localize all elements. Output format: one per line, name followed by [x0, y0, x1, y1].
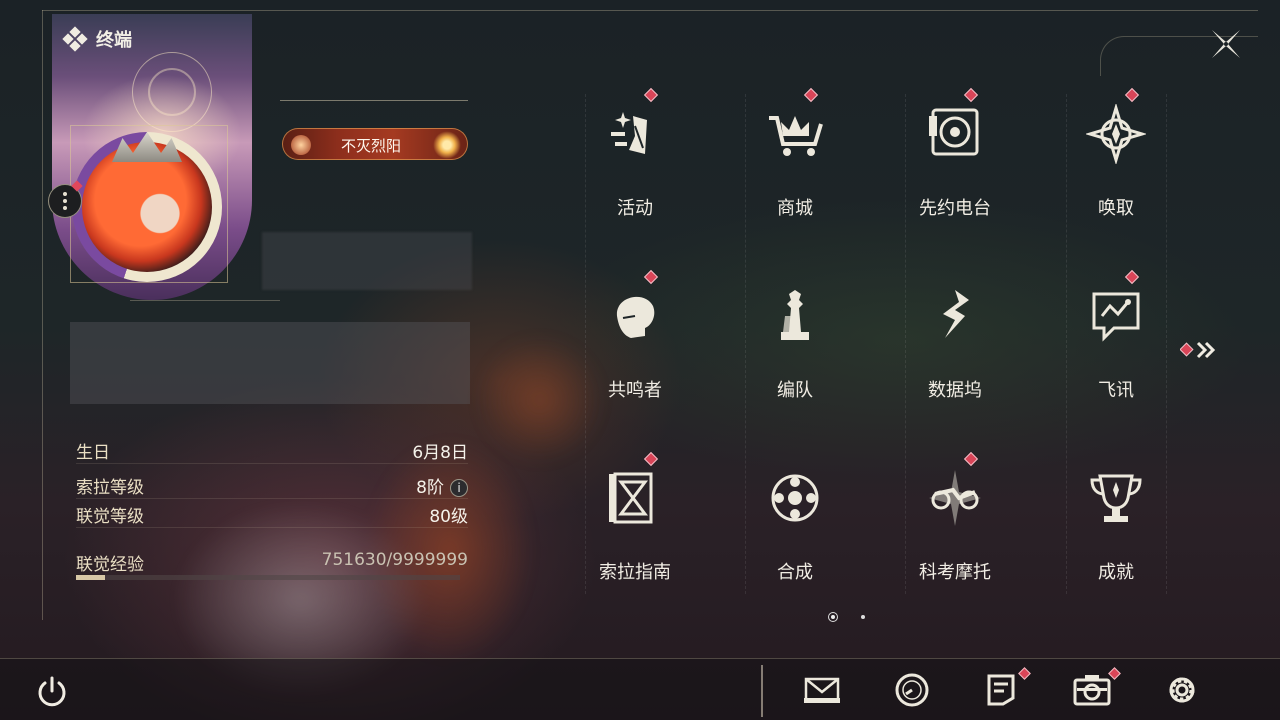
stat-label: 生日	[76, 443, 110, 463]
badge-spark-icon	[433, 131, 461, 159]
mail-button[interactable]	[803, 672, 841, 708]
menu-item-label: 活动	[617, 198, 653, 219]
notice-icon	[987, 674, 1015, 706]
page-indicator[interactable]	[861, 615, 865, 619]
notification-badge	[1124, 269, 1140, 285]
stat-birthday: 生日 6月8日	[76, 436, 468, 464]
menu-item-trophy[interactable]: 成就	[1041, 448, 1191, 608]
notification-badge	[643, 269, 659, 285]
resonator-icon	[616, 296, 655, 338]
more-dots-icon	[63, 192, 67, 210]
stat-label: 索拉等级	[76, 478, 144, 498]
notification-badge	[643, 451, 659, 467]
close-button[interactable]	[1208, 26, 1244, 62]
menu-item-label: 唤取	[1098, 198, 1134, 219]
menu-item-summon-star[interactable]: 唤取	[1041, 84, 1191, 244]
menu-item-activity[interactable]: 活动	[560, 84, 710, 244]
menu-item-label: 科考摩托	[919, 562, 991, 583]
power-button[interactable]	[34, 674, 70, 710]
activity-icon	[611, 112, 647, 154]
motorcycle-icon	[929, 470, 981, 526]
badge-gem-icon	[291, 135, 311, 155]
stat-value: 8阶	[416, 478, 444, 498]
menu-item-label: 共鸣者	[608, 380, 662, 401]
team-chess-icon	[781, 290, 809, 340]
clock-icon	[895, 673, 929, 707]
camera-icon	[1073, 675, 1111, 706]
exp-label: 联觉经验	[76, 555, 144, 575]
camera-button[interactable]	[1073, 672, 1111, 708]
diamond-cluster-icon	[62, 26, 88, 52]
blurred-region	[262, 232, 472, 290]
page-title-group: 终端	[62, 26, 132, 52]
menu-item-label: 编队	[777, 380, 813, 401]
menu-item-label: 先约电台	[919, 198, 991, 219]
notification-badge	[963, 87, 979, 103]
menu-item-label: 成就	[1098, 562, 1134, 583]
exp-value: 751630/9999999	[321, 550, 468, 570]
bottom-bar-separator	[761, 665, 763, 717]
stat-label: 联觉等级	[76, 507, 144, 527]
settings-gear-button[interactable]	[1163, 672, 1201, 708]
menu-item-guide-book[interactable]: 索拉指南	[560, 448, 710, 608]
title-badge-label: 不灭烈阳	[341, 137, 402, 155]
notification-badge	[643, 87, 659, 103]
stat-value-group: 8阶 i	[416, 473, 468, 498]
trophy-icon	[1090, 474, 1142, 522]
message-icon	[1092, 292, 1140, 342]
menu-item-label: 商城	[777, 198, 813, 219]
power-icon	[38, 676, 66, 707]
menu-item-team-chess[interactable]: 编队	[720, 266, 870, 426]
shop-cart-icon	[769, 116, 823, 156]
avatar-frame	[70, 125, 228, 283]
grid-guide-line	[585, 94, 586, 594]
data-dock-icon	[943, 290, 969, 338]
grid-guide-line	[1066, 94, 1067, 594]
grid-guide-line	[745, 94, 746, 594]
menu-item-label: 飞讯	[1098, 380, 1134, 401]
clock-button[interactable]	[893, 672, 931, 708]
menu-item-synthesis[interactable]: 合成	[720, 448, 870, 608]
frame-line-left	[42, 10, 43, 620]
stat-union-level: 联觉等级 80级	[76, 500, 468, 528]
notification-badge	[963, 451, 979, 467]
grid-guide-line	[905, 94, 906, 594]
double-chevron-right-icon	[1179, 341, 1216, 359]
radio-icon	[929, 108, 979, 156]
summon-star-icon	[1086, 104, 1146, 164]
stat-sola-level: 索拉等级 8阶 i	[76, 471, 468, 499]
notice-button[interactable]	[983, 672, 1021, 708]
exp-progress-bar	[76, 575, 460, 580]
menu-item-message[interactable]: 飞讯	[1041, 266, 1191, 426]
page-indicator-active[interactable]	[828, 612, 838, 622]
mail-icon	[804, 677, 840, 703]
settings-gear-icon	[1169, 677, 1195, 703]
notification-badge	[1124, 87, 1140, 103]
synthesis-icon	[771, 474, 819, 522]
exp-progress-fill	[76, 575, 105, 580]
next-page-button[interactable]	[1179, 338, 1222, 362]
info-icon[interactable]: i	[450, 479, 468, 497]
notification-badge	[803, 87, 819, 103]
blurred-signature-region	[70, 322, 470, 404]
divider	[280, 100, 468, 101]
guide-book-icon	[609, 472, 653, 524]
stat-value: 6月8日	[412, 443, 468, 463]
menu-item-shop-cart[interactable]: 商城	[720, 84, 870, 244]
menu-item-label: 合成	[777, 562, 813, 583]
menu-item-motorcycle[interactable]: 科考摩托	[880, 448, 1030, 608]
menu-item-radio[interactable]: 先约电台	[880, 84, 1030, 244]
menu-item-label: 数据坞	[928, 380, 982, 401]
frame-line-top	[42, 10, 1258, 11]
divider	[130, 300, 280, 301]
title-badge[interactable]: 不灭烈阳	[282, 128, 468, 160]
menu-item-resonator[interactable]: 共鸣者	[560, 266, 710, 426]
page-title: 终端	[96, 30, 132, 51]
menu-item-data-dock[interactable]: 数据坞	[880, 266, 1030, 426]
grid-guide-line	[1166, 94, 1167, 594]
stat-value: 80级	[429, 507, 468, 527]
close-x-icon	[1212, 30, 1240, 58]
menu-item-label: 索拉指南	[599, 562, 671, 583]
